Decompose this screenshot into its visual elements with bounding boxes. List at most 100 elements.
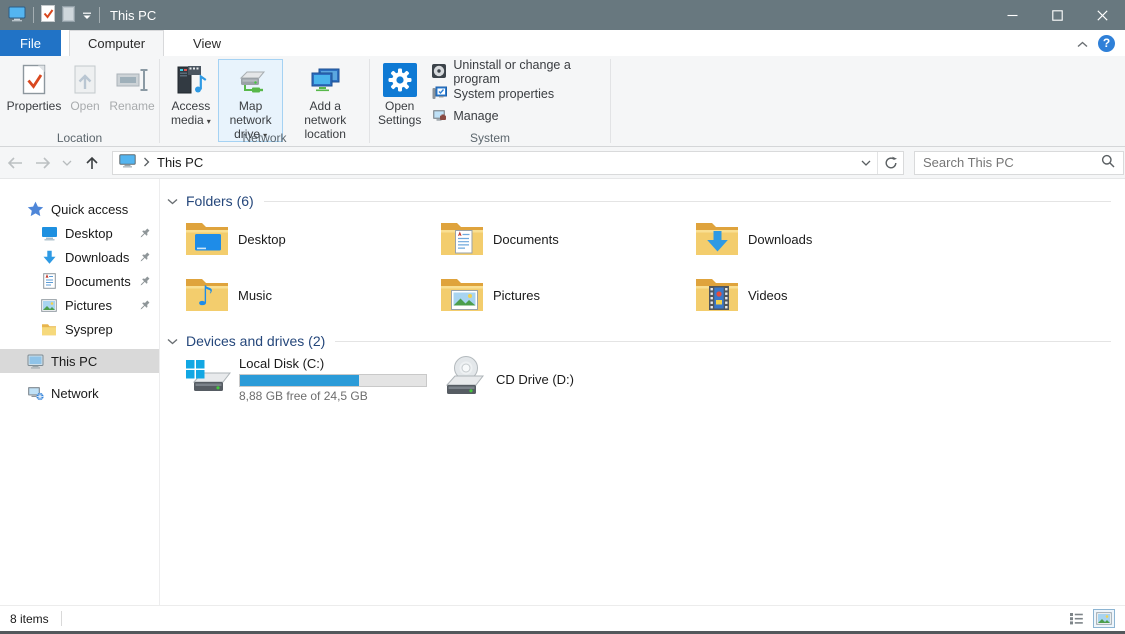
group-label-location: Location bbox=[0, 131, 159, 145]
collapse-ribbon-icon[interactable] bbox=[1077, 36, 1088, 51]
sidebar-item-network[interactable]: Network bbox=[0, 381, 159, 405]
music-note-glyph: ♪ bbox=[197, 281, 214, 312]
status-bar: 8 items bbox=[0, 605, 1125, 631]
uninstall-program-button[interactable]: Uninstall or change a program bbox=[429, 61, 608, 83]
rename-icon bbox=[115, 63, 149, 97]
network-icon bbox=[26, 385, 44, 401]
cd-drive-icon bbox=[439, 355, 487, 403]
open-button[interactable]: Open bbox=[64, 59, 106, 114]
sidebar-item-documents[interactable]: Documents bbox=[0, 269, 159, 293]
app-icon bbox=[8, 6, 26, 25]
manage-icon bbox=[431, 107, 447, 126]
drive-tile-local-disk[interactable]: Local Disk (C:) 8,88 GB free of 24,5 GB bbox=[184, 355, 439, 403]
search-input[interactable] bbox=[923, 155, 1101, 170]
sidebar-item-quick-access[interactable]: Quick access bbox=[0, 197, 159, 221]
breadcrumb-chevron-icon[interactable] bbox=[143, 155, 150, 170]
pin-icon bbox=[139, 275, 150, 290]
videos-folder-icon bbox=[694, 275, 740, 317]
tab-computer[interactable]: Computer bbox=[69, 30, 164, 56]
group-header-folders[interactable]: Folders (6) bbox=[167, 191, 1117, 211]
access-media-button[interactable]: Access media▾ bbox=[164, 59, 218, 128]
search-icon[interactable] bbox=[1101, 154, 1115, 171]
close-button[interactable] bbox=[1080, 0, 1125, 30]
sidebar-item-pictures[interactable]: Pictures bbox=[0, 293, 159, 317]
qat-customize-caret-icon[interactable] bbox=[82, 8, 92, 23]
titlebar-separator bbox=[99, 7, 100, 23]
add-network-location-button[interactable]: Add a network location bbox=[283, 59, 367, 142]
ribbon: Properties Open Rename Location bbox=[0, 56, 1125, 147]
back-button[interactable] bbox=[0, 156, 30, 170]
desktop-icon bbox=[40, 225, 58, 241]
folder-tile-music[interactable]: ♪ Music bbox=[184, 272, 439, 319]
window-title: This PC bbox=[110, 8, 156, 23]
group-rule bbox=[335, 341, 1111, 342]
system-properties-button[interactable]: System properties bbox=[429, 83, 608, 105]
group-rule bbox=[264, 201, 1111, 202]
map-network-drive-icon bbox=[234, 63, 268, 97]
sidebar-item-this-pc[interactable]: This PC bbox=[0, 349, 159, 373]
dropdown-caret: ▾ bbox=[207, 117, 211, 126]
forward-button[interactable] bbox=[30, 156, 56, 170]
pin-icon bbox=[139, 227, 150, 242]
recent-locations-icon[interactable] bbox=[56, 160, 78, 166]
disk-usage-bar bbox=[239, 374, 427, 387]
open-icon bbox=[68, 63, 102, 97]
titlebar: This PC bbox=[0, 0, 1125, 30]
refresh-icon[interactable] bbox=[877, 152, 903, 174]
ribbon-tabs: File Computer View ? bbox=[0, 30, 1125, 56]
qat-new-folder-icon[interactable] bbox=[62, 6, 75, 25]
titlebar-separator bbox=[33, 7, 34, 23]
pin-icon bbox=[139, 299, 150, 314]
sidebar-item-sysprep[interactable]: Sysprep bbox=[0, 317, 159, 341]
navigation-pane: Quick access Desktop Downloads bbox=[0, 179, 160, 605]
large-icons-view-icon[interactable] bbox=[1093, 609, 1115, 628]
address-toolbar: This PC bbox=[0, 147, 1125, 179]
drive-label: CD Drive (D:) bbox=[496, 372, 574, 387]
drive-label: Local Disk (C:) bbox=[239, 356, 427, 371]
address-dropdown-icon[interactable] bbox=[853, 152, 877, 174]
folder-icon bbox=[40, 321, 58, 337]
manage-button[interactable]: Manage bbox=[429, 105, 608, 127]
help-icon[interactable]: ? bbox=[1098, 35, 1115, 52]
tab-file[interactable]: File bbox=[0, 30, 61, 56]
map-network-drive-button[interactable]: Map network drive▾ bbox=[218, 59, 284, 142]
music-folder-icon: ♪ bbox=[184, 275, 230, 317]
rename-button[interactable]: Rename bbox=[106, 59, 158, 114]
statusbar-separator bbox=[61, 611, 62, 626]
uninstall-icon bbox=[431, 63, 447, 82]
tab-view[interactable]: View bbox=[175, 30, 239, 56]
access-media-icon bbox=[174, 63, 208, 97]
folder-tile-desktop[interactable]: Desktop bbox=[184, 216, 439, 263]
documents-icon bbox=[40, 273, 58, 289]
disk-usage-fill bbox=[240, 375, 359, 386]
open-settings-button[interactable]: Open Settings bbox=[374, 59, 425, 128]
pictures-folder-icon bbox=[439, 275, 485, 317]
this-pc-icon bbox=[119, 154, 136, 171]
this-pc-icon bbox=[26, 353, 44, 369]
settings-gear-icon bbox=[383, 63, 417, 97]
group-header-devices[interactable]: Devices and drives (2) bbox=[167, 331, 1117, 351]
up-button[interactable] bbox=[78, 155, 106, 171]
address-bar[interactable]: This PC bbox=[112, 151, 904, 175]
folder-tile-documents[interactable]: Documents bbox=[439, 216, 694, 263]
quick-access-star-icon bbox=[26, 201, 44, 217]
group-label-network: Network bbox=[160, 131, 369, 145]
desktop-folder-icon bbox=[184, 219, 230, 261]
properties-button[interactable]: Properties bbox=[4, 59, 64, 114]
ribbon-group-location: Properties Open Rename Location bbox=[0, 56, 159, 146]
folder-tile-downloads[interactable]: Downloads bbox=[694, 216, 949, 263]
folder-tile-pictures[interactable]: Pictures bbox=[439, 272, 694, 319]
maximize-button[interactable] bbox=[1035, 0, 1080, 30]
folder-tile-videos[interactable]: Videos bbox=[694, 272, 949, 319]
drive-free-space: 8,88 GB free of 24,5 GB bbox=[239, 389, 427, 403]
drive-tile-cd[interactable]: CD Drive (D:) bbox=[439, 355, 694, 403]
breadcrumb[interactable]: This PC bbox=[157, 155, 203, 170]
group-label-system: System bbox=[370, 131, 610, 145]
details-view-icon[interactable] bbox=[1065, 609, 1087, 628]
sidebar-item-downloads[interactable]: Downloads bbox=[0, 245, 159, 269]
collapse-chevron-icon bbox=[167, 338, 178, 345]
sidebar-item-desktop[interactable]: Desktop bbox=[0, 221, 159, 245]
minimize-button[interactable] bbox=[990, 0, 1035, 30]
search-box bbox=[914, 151, 1124, 175]
qat-properties-icon[interactable] bbox=[41, 5, 55, 25]
